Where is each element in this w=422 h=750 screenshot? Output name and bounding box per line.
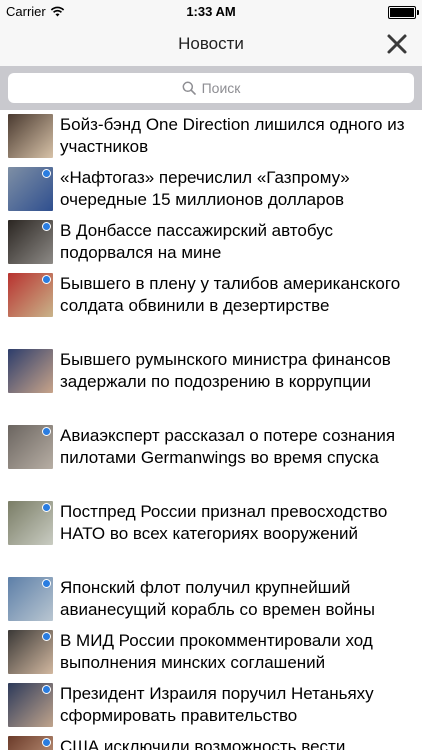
- news-list-item[interactable]: Авиаэксперт рассказал о потере сознания …: [0, 421, 422, 498]
- news-headline: Постпред России признал превосходство НА…: [60, 502, 388, 543]
- news-thumbnail: [8, 736, 53, 750]
- news-headline: Бывшего в плену у талибов американского …: [60, 274, 401, 315]
- news-headline: Японский флот получил крупнейший авианес…: [60, 578, 375, 619]
- page-title: Новости: [178, 34, 244, 53]
- news-thumbnail: [8, 425, 53, 469]
- search-bar: Поиск: [0, 66, 422, 110]
- news-thumbnail: [8, 273, 53, 317]
- search-input[interactable]: Поиск: [8, 73, 414, 103]
- news-thumbnail: [8, 501, 53, 545]
- news-thumbnail: [8, 630, 53, 674]
- news-list-item[interactable]: В МИД России прокомментировали ход выпол…: [0, 626, 422, 680]
- news-list-item[interactable]: Японский флот получил крупнейший авианес…: [0, 573, 422, 627]
- news-headline: Авиаэксперт рассказал о потере сознания …: [60, 426, 396, 467]
- news-list-item[interactable]: В Донбассе пассажирский автобус подорвал…: [0, 216, 422, 270]
- news-thumbnail: [8, 683, 53, 727]
- unread-dot-icon: [42, 579, 51, 588]
- search-placeholder: Поиск: [201, 80, 241, 96]
- navigation-bar: Новости: [0, 24, 422, 66]
- unread-dot-icon: [42, 275, 51, 284]
- news-thumbnail: [8, 167, 53, 211]
- status-time: 1:33 AM: [186, 4, 236, 19]
- news-thumbnail: [8, 577, 53, 621]
- unread-dot-icon: [42, 427, 51, 436]
- unread-dot-icon: [42, 685, 51, 694]
- battery-icon: [388, 6, 419, 19]
- unread-dot-icon: [42, 632, 51, 641]
- news-thumbnail: [8, 220, 53, 264]
- news-list-item[interactable]: Постпред России признал превосходство НА…: [0, 497, 422, 574]
- news-thumbnail: [8, 349, 53, 393]
- news-headline: Бойз-бэнд One Direction лишился одного и…: [60, 115, 405, 156]
- unread-dot-icon: [42, 169, 51, 178]
- news-list: Бойз-бэнд One Direction лишился одного и…: [0, 110, 422, 750]
- news-list-item[interactable]: «Нафтогаз» перечислил «Газпрому» очередн…: [0, 163, 422, 217]
- news-headline: «Нафтогаз» перечислил «Газпрому» очередн…: [60, 168, 350, 209]
- news-headline: В МИД России прокомментировали ход выпол…: [60, 631, 373, 672]
- unread-dot-icon: [42, 222, 51, 231]
- news-list-item[interactable]: Бывшего румынского министра финансов зад…: [0, 345, 422, 422]
- search-icon: [182, 81, 196, 95]
- news-list-item[interactable]: Бывшего в плену у талибов американского …: [0, 269, 422, 346]
- news-list-item[interactable]: Президент Израиля поручил Нетаньяху сфор…: [0, 679, 422, 733]
- close-icon[interactable]: [384, 31, 410, 57]
- news-headline: США исключили возможность вести: [60, 737, 346, 750]
- news-list-item[interactable]: Бойз-бэнд One Direction лишился одного и…: [0, 110, 422, 164]
- status-bar: Carrier 1:33 AM: [0, 0, 422, 24]
- unread-dot-icon: [42, 503, 51, 512]
- news-headline: Президент Израиля поручил Нетаньяху сфор…: [60, 684, 374, 725]
- unread-dot-icon: [42, 738, 51, 747]
- news-headline: Бывшего румынского министра финансов зад…: [60, 350, 391, 391]
- news-list-item[interactable]: США исключили возможность вести: [0, 732, 422, 750]
- news-thumbnail: [8, 114, 53, 158]
- news-headline: В Донбассе пассажирский автобус подорвал…: [60, 221, 334, 262]
